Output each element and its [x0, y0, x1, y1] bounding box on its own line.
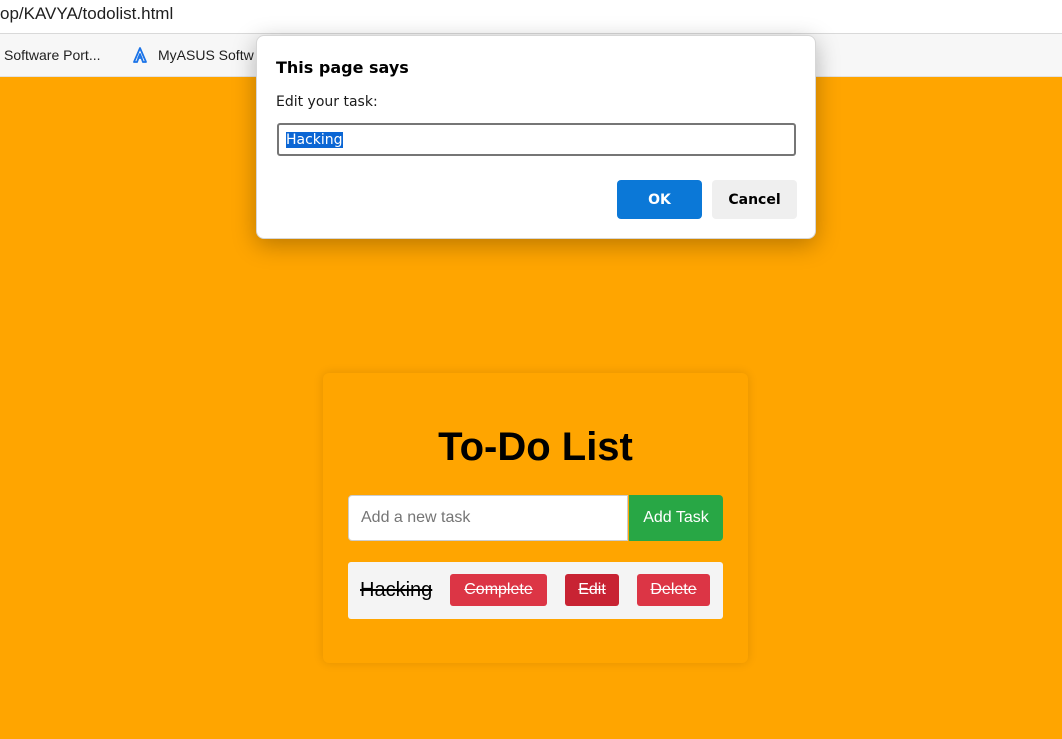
dialog-title: This page says [276, 58, 409, 77]
address-url[interactable]: op/KAVYA/todolist.html [0, 4, 173, 24]
browser-viewport: op/KAVYA/todolist.html Software Port... … [0, 0, 1062, 739]
bookmark-label: Software Port... [4, 47, 101, 63]
cancel-button[interactable]: Cancel [712, 180, 797, 219]
add-task-button[interactable]: Add Task [629, 495, 723, 541]
bookmark-myasus[interactable]: MyASUS Softw [132, 47, 254, 63]
complete-button[interactable]: Complete [450, 574, 547, 606]
delete-button[interactable]: Delete [637, 574, 710, 606]
edit-button[interactable]: Edit [565, 574, 619, 606]
task-item: Hacking Complete Edit Delete [348, 562, 723, 619]
todo-container: To-Do List Add Task Hacking Complete Edi… [323, 373, 748, 663]
page-title: To-Do List [438, 425, 633, 469]
dialog-message: Edit your task: [276, 94, 378, 110]
dialog-text-input[interactable] [277, 123, 796, 156]
bookmark-software-portal[interactable]: Software Port... [4, 47, 100, 63]
address-bar[interactable]: op/KAVYA/todolist.html [0, 0, 1062, 34]
new-task-input[interactable] [348, 495, 628, 541]
bookmark-label: MyASUS Softw [158, 47, 254, 63]
task-text: Hacking [360, 579, 433, 601]
prompt-dialog: This page says Edit your task: OK Cancel [256, 35, 816, 239]
ok-button[interactable]: OK [617, 180, 702, 219]
asus-logo-icon [132, 47, 148, 63]
